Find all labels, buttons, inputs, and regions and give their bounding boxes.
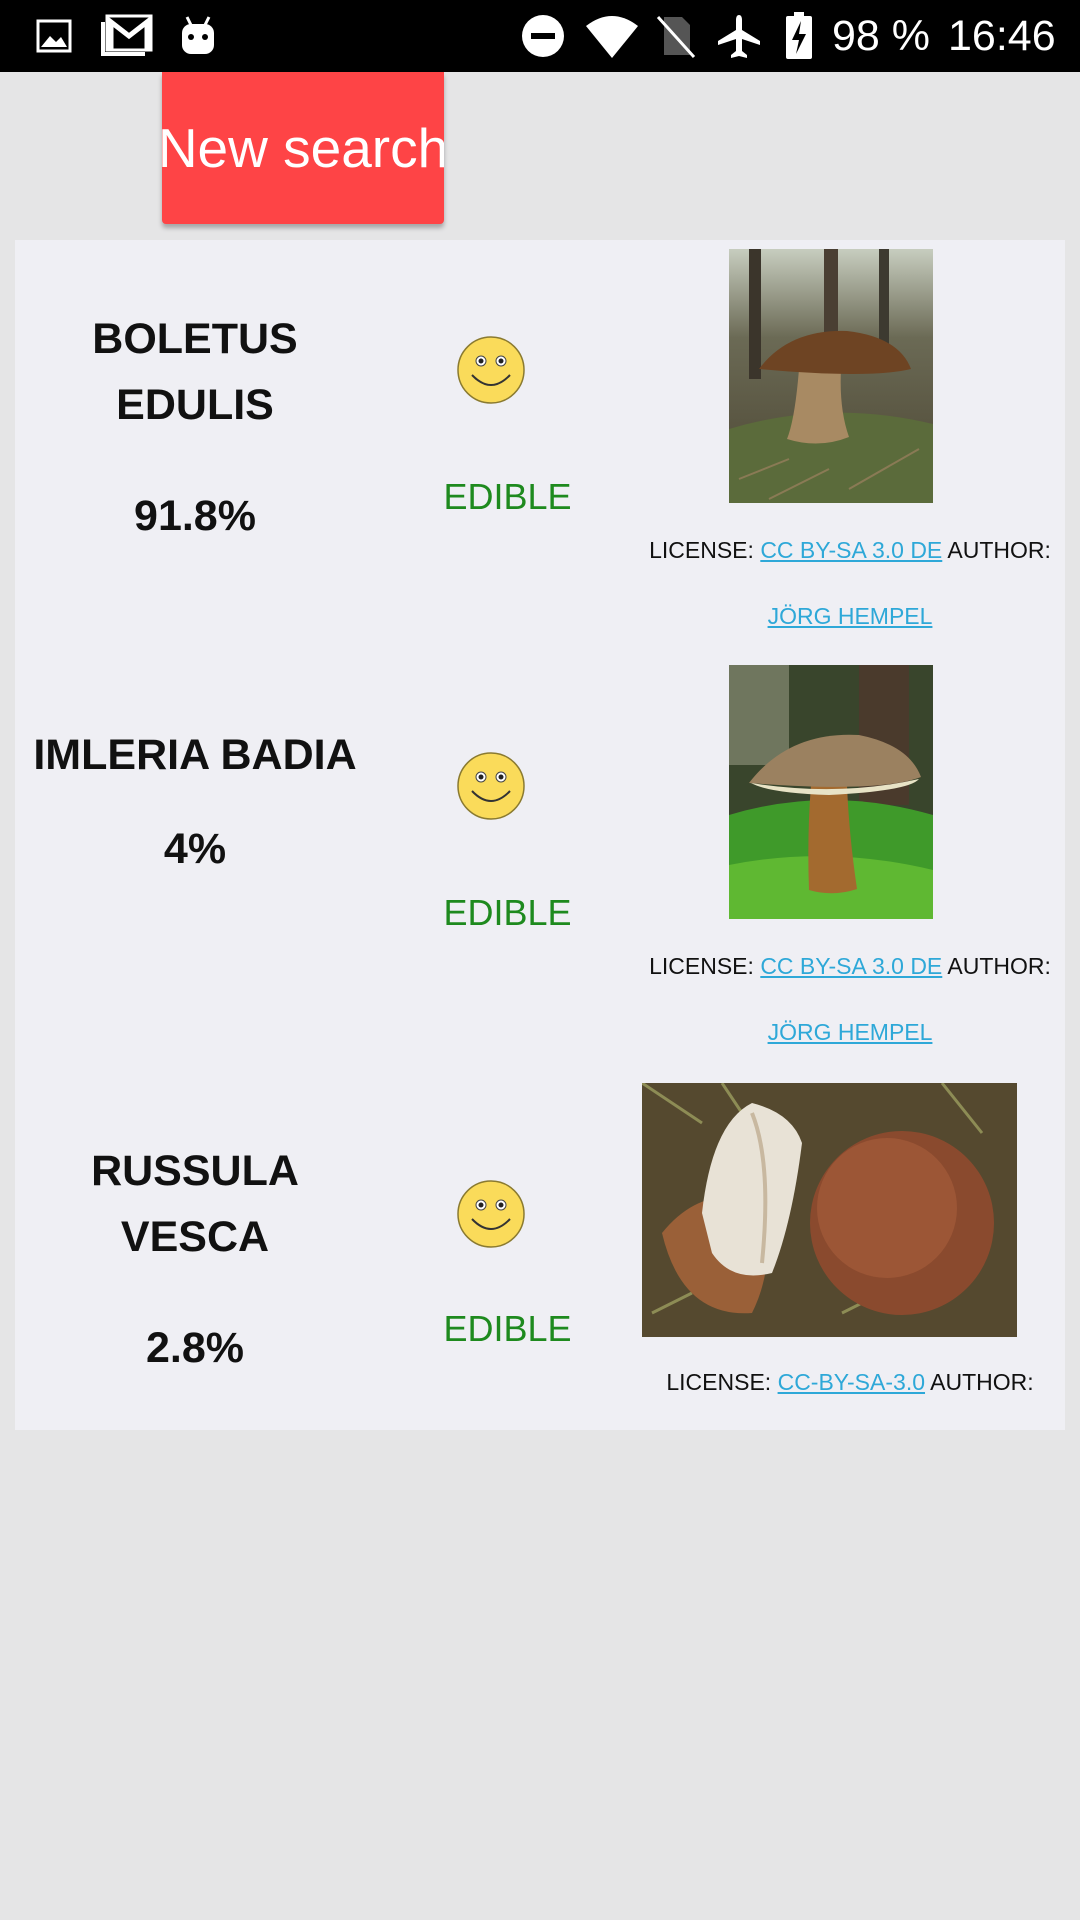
mushroom-photo[interactable] [642, 1083, 1017, 1337]
author-line: JÖRG HEMPEL [635, 1017, 1065, 1047]
result-row-boletus-edulis[interactable]: BOLETUS EDULIS 91.8% EDIBLE LICENSE: CC … [15, 240, 1065, 640]
species-name: RUSSULA VESCA [91, 1147, 299, 1261]
no-sim-icon [656, 0, 696, 72]
probability: 4% [163, 825, 227, 873]
edibility-label: EDIBLE [443, 1308, 572, 1349]
probability: 91.8% [134, 492, 256, 540]
gmail-icon [98, 0, 154, 72]
edibility-label: EDIBLE [443, 892, 572, 933]
edibility-label: EDIBLE [443, 476, 572, 517]
license-link[interactable]: CC-BY-SA-3.0 [778, 1369, 925, 1395]
mushroom-photo[interactable] [729, 249, 933, 503]
probability: 2.8% [145, 1324, 244, 1372]
battery-charging-icon [784, 0, 814, 72]
author-line: JÖRG HEMPEL [635, 601, 1065, 631]
airplane-mode-icon [716, 0, 762, 72]
image-icon [34, 0, 74, 72]
license-line: LICENSE: CC-BY-SA-3.0 AUTHOR: [666, 1369, 1034, 1395]
battery-percent: 98 % [832, 12, 931, 60]
species-name: BOLETUS EDULIS [92, 315, 298, 429]
new-search-button[interactable]: New search [162, 72, 444, 224]
author-link[interactable]: JÖRG HEMPEL [768, 1019, 933, 1045]
license-link[interactable]: CC BY-SA 3.0 DE [760, 953, 942, 979]
smiley-icon [457, 752, 525, 820]
license-link[interactable]: CC BY-SA 3.0 DE [760, 537, 942, 563]
license-line: LICENSE: CC BY-SA 3.0 DE AUTHOR: [649, 953, 1051, 979]
license-line: LICENSE: CC BY-SA 3.0 DE AUTHOR: [649, 537, 1051, 563]
result-row-russula-vesca[interactable]: RUSSULA VESCA 2.8% EDIBLE LICENSE: CC-BY… [15, 1072, 1065, 1430]
species-name: IMLERIA BADIA [33, 731, 357, 779]
smiley-icon [457, 1180, 525, 1248]
smiley-icon [457, 336, 525, 404]
mushroom-photo[interactable] [729, 665, 933, 919]
status-bar: 98 % 16:46 [0, 0, 1080, 72]
wifi-icon [584, 0, 640, 72]
clock: 16:46 [948, 12, 1056, 60]
result-row-imleria-badia[interactable]: IMLERIA BADIA 4% EDIBLE LICENSE: CC BY-S… [15, 656, 1065, 1056]
android-icon [178, 0, 218, 72]
do-not-disturb-icon [520, 0, 566, 72]
results-list: BOLETUS EDULIS 91.8% EDIBLE LICENSE: CC … [15, 240, 1065, 1430]
author-link[interactable]: JÖRG HEMPEL [768, 603, 933, 629]
